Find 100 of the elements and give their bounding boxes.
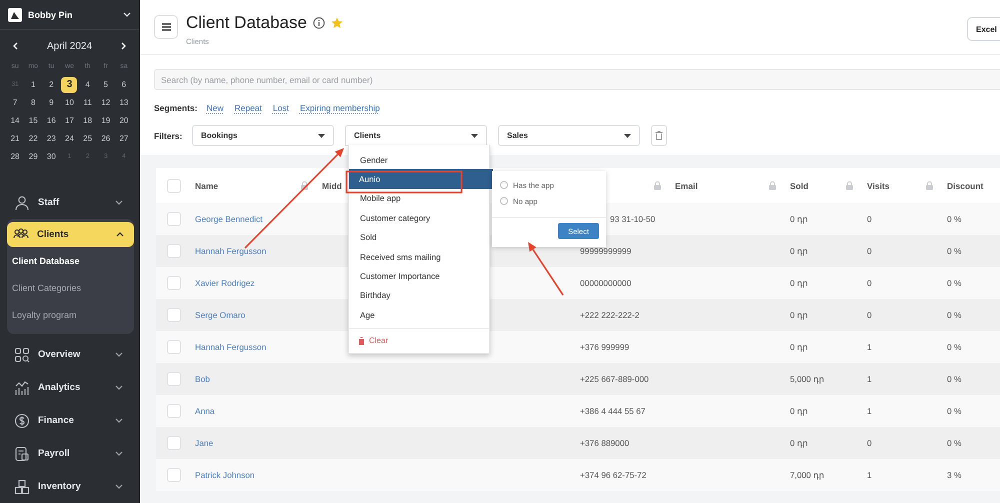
column-header[interactable]: Visits — [867, 180, 890, 190]
calendar-day[interactable]: 30 — [43, 149, 60, 165]
table-cell: +386 4 444 55 67 — [580, 406, 646, 416]
menu-item[interactable]: Customer category — [349, 208, 489, 228]
radio-button[interactable] — [500, 181, 508, 189]
segment-link[interactable]: Repeat — [234, 103, 262, 113]
menu-item[interactable]: Age — [349, 305, 489, 325]
chart-icon — [14, 380, 30, 396]
calendar-day[interactable]: 18 — [80, 113, 96, 129]
client-name-link[interactable]: Hannah Fergusson — [195, 246, 266, 256]
clear-button[interactable]: Clear — [358, 336, 388, 346]
column-header[interactable]: Name — [195, 180, 218, 190]
info-icon[interactable] — [312, 17, 325, 29]
nav-item[interactable]: Payroll — [0, 437, 139, 470]
menu-item[interactable]: Aunio — [349, 169, 493, 189]
nav-item[interactable]: Clients — [7, 222, 134, 247]
menu-item[interactable]: Mobile app — [349, 188, 489, 208]
calendar-day[interactable]: 20 — [116, 113, 132, 129]
client-name-link[interactable]: Patrick Johnson — [195, 470, 255, 480]
row-checkbox[interactable] — [167, 212, 181, 226]
filters-label: Filters: — [154, 130, 181, 140]
menu-button[interactable] — [154, 15, 178, 39]
calendar-day[interactable]: 2 — [43, 77, 60, 93]
row-checkbox[interactable] — [167, 372, 181, 386]
column-header[interactable]: Discount — [947, 180, 984, 190]
segments-label: Segments: — [154, 103, 198, 113]
calendar-day[interactable]: 10 — [61, 95, 78, 111]
calendar-day[interactable]: 4 — [80, 77, 96, 93]
calendar-day[interactable]: 11 — [80, 95, 96, 111]
calendar-day[interactable]: 12 — [98, 95, 114, 111]
calendar-day[interactable]: 19 — [98, 113, 114, 129]
client-name-link[interactable]: Serge Omaro — [195, 310, 246, 320]
calendar-day[interactable]: 27 — [116, 131, 132, 147]
row-checkbox[interactable] — [167, 244, 181, 258]
filter-dropdown[interactable]: Sales — [498, 125, 640, 146]
segment-link[interactable]: Expiring membership — [300, 103, 380, 113]
calendar-day[interactable]: 1 — [25, 77, 42, 93]
menu-item[interactable]: Customer Importance — [349, 266, 489, 286]
column-header[interactable]: Midd — [322, 180, 342, 190]
calendar-day[interactable]: 26 — [98, 131, 114, 147]
next-month-icon[interactable] — [121, 42, 127, 50]
nav-subitem[interactable]: Client Categories — [7, 274, 134, 301]
calendar-day[interactable]: 8 — [25, 95, 42, 111]
row-checkbox[interactable] — [167, 340, 181, 354]
calendar-day[interactable]: 21 — [7, 131, 24, 147]
nav-subitem[interactable]: Loyalty program — [7, 301, 134, 328]
row-checkbox[interactable] — [167, 276, 181, 290]
chevron-down-icon — [115, 418, 123, 423]
table-cell: 1 — [867, 470, 872, 480]
filter-dropdown[interactable]: Bookings — [192, 125, 334, 146]
calendar-day[interactable]: 29 — [25, 149, 42, 165]
calendar-day[interactable]: 9 — [43, 95, 60, 111]
nav-item[interactable]: Staff — [0, 186, 139, 219]
calendar-day[interactable]: 25 — [80, 131, 96, 147]
calendar-day[interactable]: 17 — [61, 113, 78, 129]
client-name-link[interactable]: Anna — [195, 406, 215, 416]
star-icon[interactable] — [330, 17, 343, 29]
menu-item[interactable]: Gender — [349, 150, 489, 170]
table-cell: 0 դր — [790, 406, 808, 416]
excel-export-button[interactable]: Excel — [967, 17, 1000, 41]
calendar-day[interactable]: 22 — [25, 131, 42, 147]
client-name-link[interactable]: George Bennedict — [195, 214, 263, 224]
search-field[interactable]: Search (by name, phone number, email or card number) — [154, 69, 1000, 90]
nav-item[interactable]: Inventory — [0, 470, 139, 503]
segment-link[interactable]: Lost — [272, 103, 289, 113]
previous-month-icon[interactable] — [12, 42, 18, 50]
menu-item[interactable]: Sold — [349, 228, 489, 247]
client-name-link[interactable]: Jane — [195, 438, 214, 448]
calendar-day[interactable]: 6 — [116, 77, 132, 93]
calendar-day[interactable]: 5 — [98, 77, 114, 93]
column-header[interactable]: Sold — [790, 180, 808, 190]
calendar-day[interactable]: 24 — [61, 131, 78, 147]
calendar-day[interactable]: 3 — [61, 77, 78, 93]
calendar-day[interactable]: 13 — [116, 95, 132, 111]
row-checkbox[interactable] — [167, 308, 181, 322]
filter-dropdown[interactable]: Clients — [345, 125, 487, 146]
radio-button[interactable] — [500, 197, 508, 205]
nav-item[interactable]: Finance — [0, 404, 139, 437]
select-all-checkbox[interactable] — [167, 178, 181, 192]
calendar-day[interactable]: 15 — [25, 113, 42, 129]
calendar-day[interactable]: 14 — [7, 113, 24, 129]
segment-link[interactable]: New — [206, 103, 224, 113]
delete-filter-button[interactable] — [651, 125, 667, 146]
client-name-link[interactable]: Xavier Rodrigez — [195, 278, 255, 288]
row-checkbox[interactable] — [167, 436, 181, 450]
menu-item[interactable]: Birthday — [349, 286, 489, 306]
calendar-day[interactable]: 7 — [7, 95, 24, 111]
row-checkbox[interactable] — [167, 404, 181, 418]
calendar-day[interactable]: 16 — [43, 113, 60, 129]
nav-item[interactable]: Overview — [0, 338, 139, 371]
calendar-day[interactable]: 23 — [43, 131, 60, 147]
nav-item[interactable]: Analytics — [0, 371, 139, 404]
client-name-link[interactable]: Hannah Fergusson — [195, 342, 266, 352]
column-header[interactable]: Email — [675, 180, 698, 190]
client-name-link[interactable]: Bob — [195, 374, 210, 384]
dollar-coin-icon — [14, 412, 30, 428]
menu-item[interactable]: Received sms mailing — [349, 246, 489, 266]
row-checkbox[interactable] — [167, 468, 181, 482]
calendar-day[interactable]: 28 — [7, 149, 24, 165]
nav-subitem[interactable]: Client Database — [7, 247, 134, 274]
